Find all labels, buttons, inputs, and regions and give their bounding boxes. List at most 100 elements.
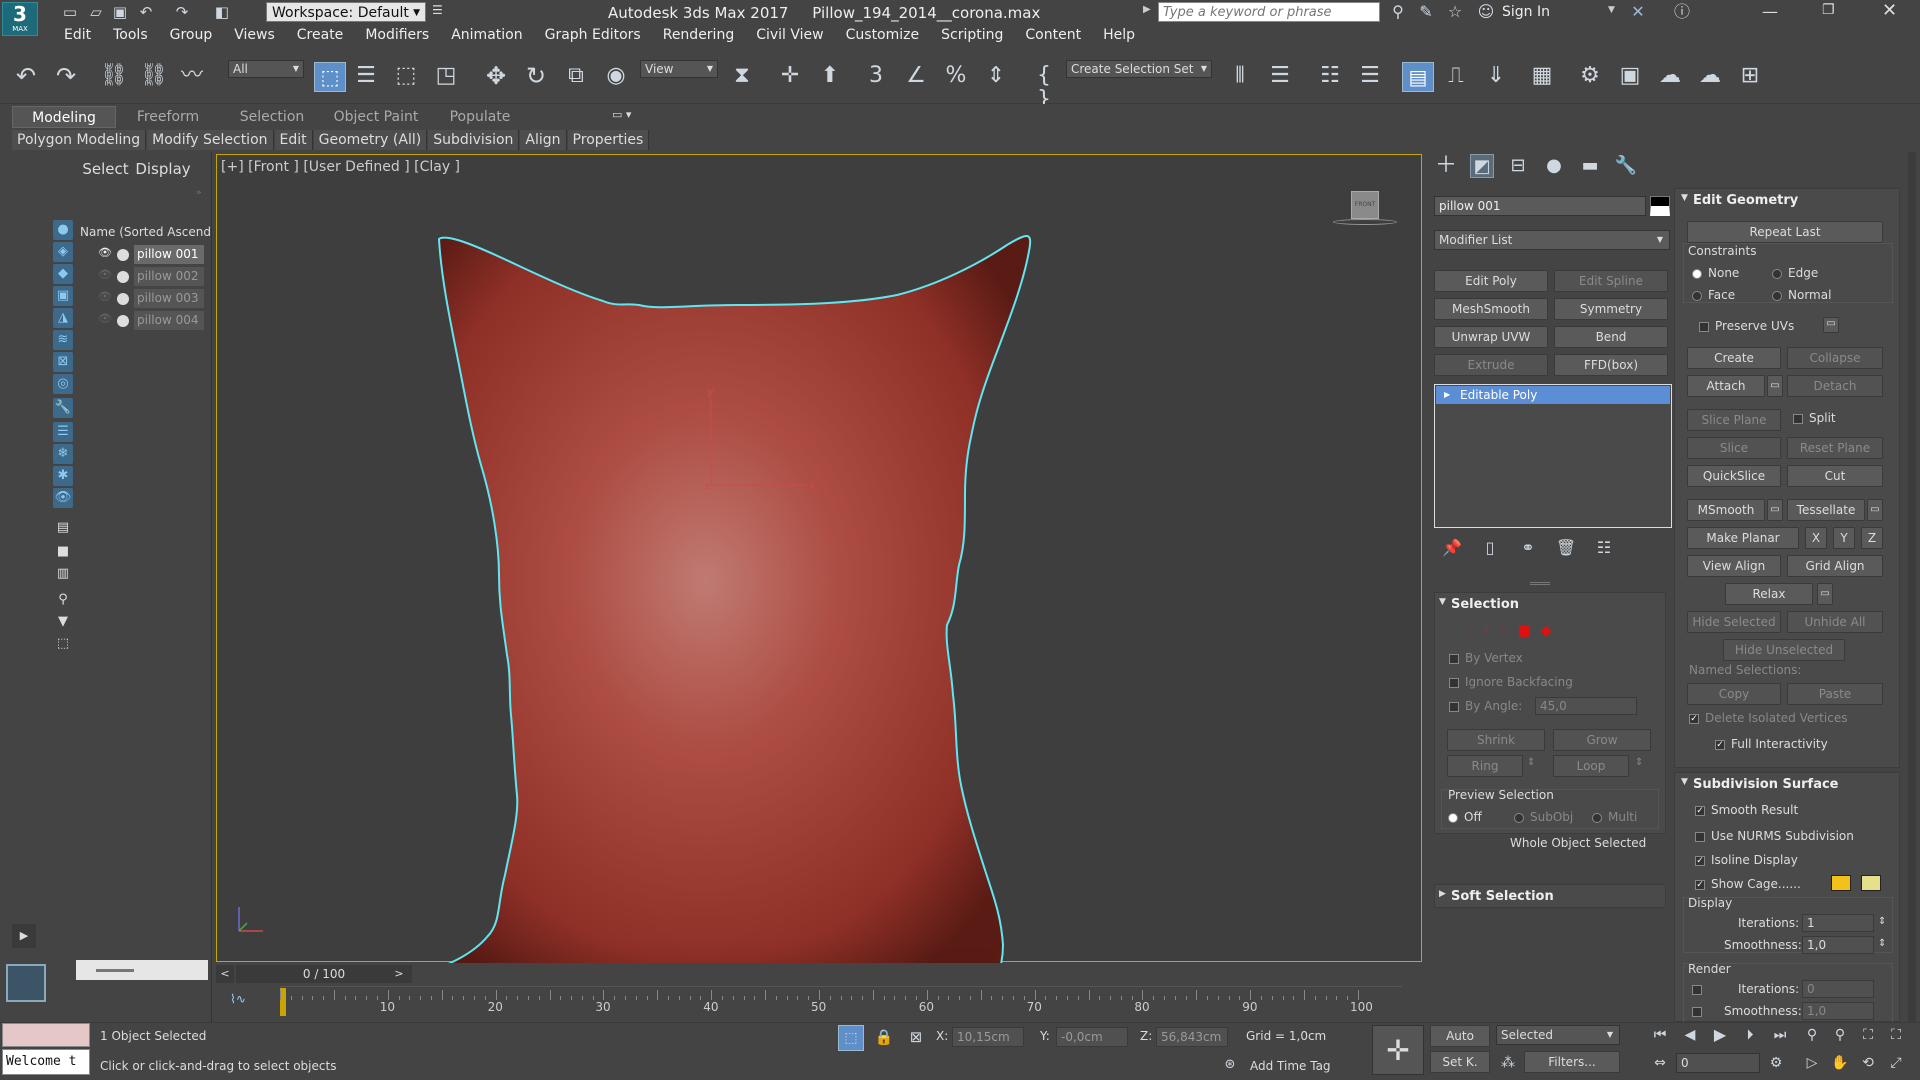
modifier-edit-spline-button[interactable]: Edit Spline: [1554, 270, 1668, 292]
undo-icon[interactable]: ↶: [134, 0, 158, 24]
cut-button[interactable]: Cut: [1787, 465, 1883, 487]
edit-named-selection-icon[interactable]: { }: [1032, 64, 1056, 112]
current-frame-field[interactable]: 0: [1676, 1053, 1760, 1073]
open-file-icon[interactable]: ▱: [84, 0, 108, 24]
utilities-tab-icon[interactable]: 🔧: [1614, 154, 1638, 178]
display-smoothness-spinner[interactable]: 1,0: [1802, 936, 1874, 954]
menu-tools[interactable]: Tools: [113, 27, 160, 43]
menu-customize[interactable]: Customize: [846, 27, 932, 43]
notes-icon[interactable]: ▥: [53, 564, 73, 584]
workspace-dropdown[interactable]: Workspace: Default ▼: [266, 2, 426, 22]
double-chevron-icon[interactable]: »: [196, 188, 202, 198]
ribbon-tab-modeling[interactable]: Modeling: [12, 106, 116, 128]
ribbon-tab-selection[interactable]: Selection: [220, 106, 324, 128]
redo-icon[interactable]: ↷: [170, 0, 194, 24]
unlink-icon[interactable]: ⛓: [140, 64, 168, 88]
track-bar[interactable]: ⌇∿ 10 20 30 40 50 60 70 80 90 100: [216, 986, 1422, 1020]
material-editor-icon[interactable]: ▦: [1530, 64, 1554, 88]
polygon-mode-icon[interactable]: ■: [1518, 623, 1531, 639]
time-tag-icon[interactable]: ⊛: [1218, 1053, 1242, 1077]
edge-mode-icon[interactable]: ⁄: [1485, 623, 1487, 639]
create-tab-icon[interactable]: ＋: [1434, 154, 1458, 178]
render-iterations-checkbox[interactable]: [1692, 982, 1708, 996]
favorites-star-icon[interactable]: ☆: [1443, 0, 1467, 24]
scene-explorer-scrollbar[interactable]: [76, 960, 208, 980]
smooth-result-checkbox[interactable]: ✓ Smooth Result: [1695, 803, 1798, 817]
angle-snap-icon[interactable]: ∠: [904, 64, 928, 88]
x-coordinate-field[interactable]: 10,15cm: [952, 1027, 1024, 1047]
soft-selection-title[interactable]: Soft Selection: [1451, 889, 1554, 904]
y-coordinate-field[interactable]: -0,0cm: [1056, 1027, 1128, 1047]
binoculars-icon[interactable]: ⚲: [1386, 0, 1410, 24]
configure-sets-icon[interactable]: ☷: [1592, 536, 1616, 560]
planar-y-button[interactable]: Y: [1833, 527, 1855, 549]
scene-item[interactable]: 👁 pillow 002: [78, 266, 212, 288]
spinner-snap-icon[interactable]: ⇕: [984, 64, 1008, 88]
exchange-apps-icon[interactable]: ✕: [1626, 0, 1650, 24]
time-slider-next-button[interactable]: >: [390, 965, 408, 983]
cage-color-swatch-2[interactable]: [1861, 875, 1881, 891]
restore-icon[interactable]: ❐: [1822, 2, 1835, 18]
border-mode-icon[interactable]: ◌: [1497, 623, 1507, 639]
funnel-icon[interactable]: ▼: [53, 612, 73, 632]
reference-coordinate-dropdown[interactable]: View ▼: [640, 60, 718, 78]
bind-space-warp-icon[interactable]: 〰: [180, 64, 204, 88]
maximize-viewport-icon[interactable]: ⤢: [1884, 1051, 1908, 1075]
next-frame-icon[interactable]: ⏵: [1738, 1023, 1762, 1047]
helpers-icon[interactable]: ◮: [53, 308, 73, 328]
time-config-icon[interactable]: ⚙: [1764, 1051, 1788, 1075]
preview-off-radio[interactable]: Off: [1448, 810, 1482, 824]
box-icon[interactable]: ■: [53, 542, 73, 562]
scene-item[interactable]: 👁 pillow 004: [78, 310, 212, 332]
ribbon-panel-modify-selection[interactable]: Modify Selection: [147, 130, 274, 150]
tessellate-settings-button[interactable]: ▭: [1867, 499, 1883, 521]
ribbon-tab-populate[interactable]: Populate: [428, 106, 532, 128]
app-logo[interactable]: 3 MAX: [2, 2, 38, 36]
layer-explorer-icon[interactable]: ☷: [1318, 64, 1342, 88]
keyboard-shortcut-icon[interactable]: ⬆: [818, 64, 842, 88]
make-unique-icon[interactable]: ⚭: [1516, 536, 1540, 560]
ribbon-panel-subdivision[interactable]: Subdivision: [428, 130, 520, 150]
pillow-model[interactable]: y x z: [217, 155, 1423, 963]
copy-button[interactable]: Copy: [1687, 683, 1781, 705]
menu-modifiers[interactable]: Modifiers: [365, 27, 441, 43]
vertex-mode-icon[interactable]: ⁘: [1465, 623, 1475, 639]
modifier-unwrap-uvw-button[interactable]: Unwrap UVW: [1434, 326, 1548, 348]
maxscript-listener-mini[interactable]: [2, 1023, 90, 1047]
relax-settings-button[interactable]: ▭: [1817, 583, 1833, 605]
slice-button[interactable]: Slice: [1687, 437, 1781, 459]
by-vertex-checkbox[interactable]: By Vertex: [1449, 651, 1523, 665]
render-iterations-spinner[interactable]: 0: [1802, 980, 1874, 998]
rendered-frame-icon[interactable]: ▣: [1618, 64, 1642, 88]
constraint-none-radio[interactable]: None: [1692, 266, 1739, 280]
menu-scripting[interactable]: Scripting: [941, 27, 1015, 43]
scene-item[interactable]: 👁 pillow 003: [78, 288, 212, 310]
show-cage-checkbox[interactable]: ✓ Show Cage......: [1695, 877, 1801, 891]
curve-editor-mini-icon[interactable]: ⌇∿: [230, 992, 246, 1006]
select-icon[interactable]: ⬚: [53, 634, 73, 654]
visibility-eye-icon[interactable]: 👁: [98, 246, 112, 259]
time-slider-prev-button[interactable]: <: [216, 965, 234, 983]
viewcube[interactable]: FRONT: [1333, 191, 1397, 229]
cameras-icon[interactable]: ▣: [53, 286, 73, 306]
ribbon-panel-edit[interactable]: Edit: [274, 130, 313, 150]
play-icon[interactable]: ▶: [1708, 1023, 1732, 1047]
sign-in-button[interactable]: Sign In: [1502, 4, 1550, 20]
collapse-arrow-icon[interactable]: ▼: [1681, 777, 1688, 787]
zoom-icon[interactable]: ⚲: [1800, 1023, 1824, 1047]
loop-button[interactable]: Loop: [1553, 755, 1629, 777]
eye-icon[interactable]: 👁: [53, 488, 73, 508]
panel-divider[interactable]: [1530, 582, 1550, 585]
search-input[interactable]: [1158, 2, 1380, 22]
percent-snap-icon[interactable]: %: [944, 64, 968, 88]
set-key-button[interactable]: Set K.: [1430, 1051, 1490, 1073]
filters-button[interactable]: Filters...: [1524, 1051, 1620, 1073]
zoom-extents-icon[interactable]: ⛶: [1856, 1023, 1880, 1047]
space-warps-icon[interactable]: ≋: [53, 330, 73, 350]
edit-geometry-title[interactable]: Edit Geometry: [1693, 193, 1798, 208]
scene-item[interactable]: 👁 pillow 001: [78, 244, 212, 266]
key-filter-dropdown[interactable]: Selected ▼: [1496, 1025, 1620, 1045]
key-mode-icon[interactable]: ⁂: [1496, 1051, 1520, 1075]
repeat-last-button[interactable]: Repeat Last: [1687, 221, 1883, 243]
paste-button[interactable]: Paste: [1787, 683, 1883, 705]
